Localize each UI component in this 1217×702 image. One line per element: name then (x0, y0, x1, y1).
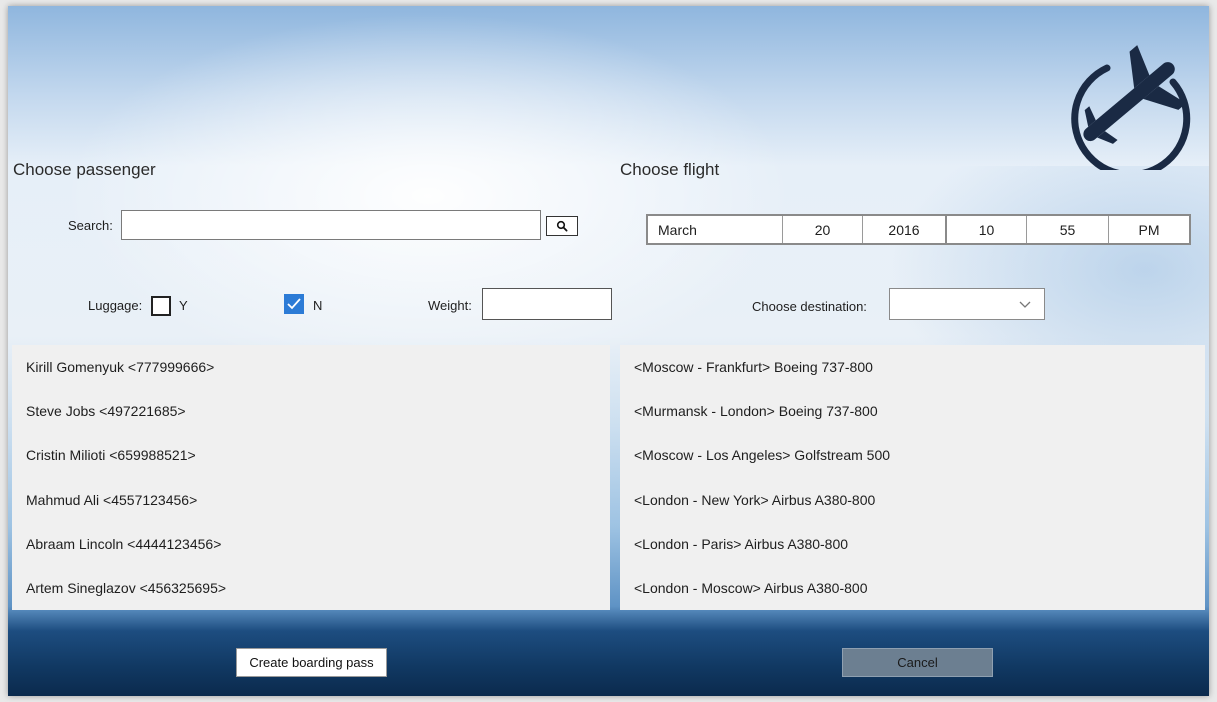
luggage-label: Luggage: (88, 298, 143, 313)
search-input[interactable] (121, 210, 541, 240)
flight-heading: Choose flight (620, 160, 720, 179)
hour-field[interactable]: 10 (947, 216, 1027, 243)
luggage-yes-checkbox[interactable] (151, 296, 171, 316)
year-field[interactable]: 2016 (863, 216, 947, 243)
flight-item[interactable]: <London - New York> Airbus A380-800 (620, 478, 1205, 522)
flight-item[interactable]: <London - Moscow> Airbus A380-800 (620, 566, 1205, 610)
airplane-logo-icon (1071, 45, 1191, 170)
weight-input[interactable] (482, 288, 612, 320)
passenger-item[interactable]: Cristin Milioti <659988521> (12, 433, 610, 477)
flight-item[interactable]: <Moscow - Los Angeles> Golfstream 500 (620, 433, 1205, 477)
luggage-yes-label: Y (179, 298, 188, 313)
minute-field[interactable]: 55 (1027, 216, 1109, 243)
destination-select[interactable] (889, 288, 1045, 320)
period-field[interactable]: PM (1109, 216, 1189, 243)
create-boarding-pass-button[interactable]: Create boarding pass (236, 648, 387, 677)
month-field[interactable]: March (648, 216, 783, 243)
boarding-pass-window: Choose passenger Search: Luggage: Y N We… (8, 6, 1209, 696)
weight-label: Weight: (428, 298, 472, 313)
flight-item[interactable]: <Murmansk - London> Boeing 737-800 (620, 389, 1205, 433)
search-icon (556, 220, 568, 232)
checkmark-icon (287, 298, 301, 310)
passenger-list[interactable]: Kirill Gomenyuk <777999666> Steve Jobs <… (12, 345, 610, 610)
search-button[interactable] (546, 216, 578, 236)
passenger-item[interactable]: Artem Sineglazov <456325695> (12, 566, 610, 610)
passenger-item[interactable]: Steve Jobs <497221685> (12, 389, 610, 433)
passenger-item[interactable]: Kirill Gomenyuk <777999666> (12, 345, 610, 389)
chevron-down-icon (1019, 301, 1031, 308)
passenger-item[interactable]: Mahmud Ali <4557123456> (12, 478, 610, 522)
day-field[interactable]: 20 (783, 216, 863, 243)
flight-list[interactable]: <Moscow - Frankfurt> Boeing 737-800 <Mur… (620, 345, 1205, 610)
flight-item[interactable]: <Moscow - Frankfurt> Boeing 737-800 (620, 345, 1205, 389)
destination-label: Choose destination: (752, 299, 867, 314)
datetime-picker[interactable]: March 20 2016 10 55 PM (646, 214, 1191, 245)
luggage-no-label: N (313, 298, 323, 313)
luggage-no-checkbox[interactable] (284, 294, 304, 314)
search-label: Search: (68, 218, 113, 233)
passenger-item[interactable]: Abraam Lincoln <4444123456> (12, 522, 610, 566)
cancel-button[interactable]: Cancel (842, 648, 993, 677)
passenger-heading: Choose passenger (13, 160, 156, 179)
flight-item[interactable]: <London - Paris> Airbus A380-800 (620, 522, 1205, 566)
